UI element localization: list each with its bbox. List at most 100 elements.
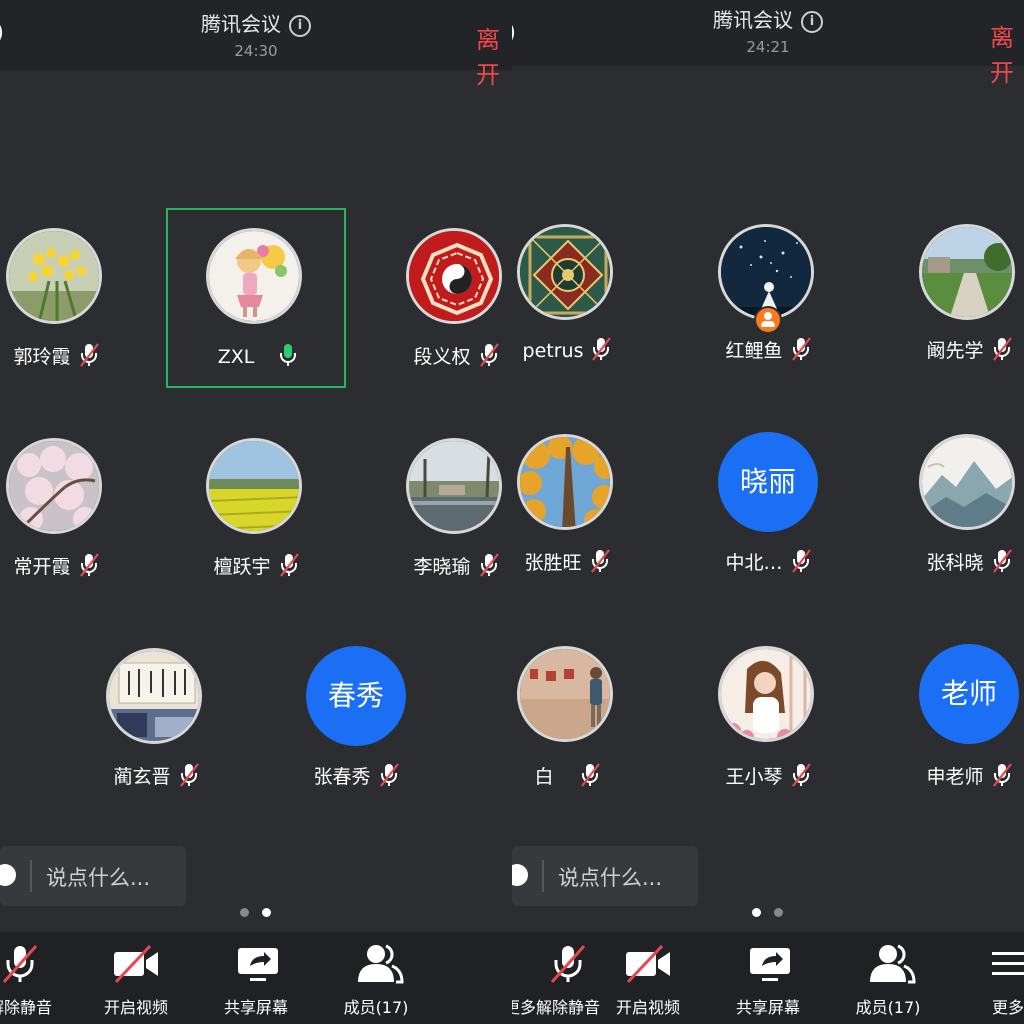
- mic-muted-icon: [791, 762, 811, 788]
- video-off-icon: [114, 944, 158, 984]
- participant-name: 申老师: [879, 762, 1024, 789]
- participant-tile[interactable]: 郭玲霞: [0, 208, 146, 388]
- participant-name: 蔺玄晋: [66, 762, 246, 789]
- host-icon: [754, 306, 782, 334]
- participant-name: 张科晓: [879, 548, 1024, 575]
- meeting-title[interactable]: 腾讯会议 i: [0, 8, 512, 37]
- mic-muted-icon: [79, 342, 99, 368]
- participant-tile[interactable]: 红鲤鱼: [678, 204, 858, 384]
- avatar: [406, 438, 502, 534]
- mic-muted-icon: [590, 548, 610, 574]
- participant-name: 段义权: [366, 342, 512, 369]
- share-screen-button[interactable]: 共享屏幕: [196, 932, 316, 1024]
- chat-placeholder: 说点什么...: [558, 866, 663, 890]
- leave-button[interactable]: 离开: [476, 20, 512, 90]
- chat-placeholder: 说点什么...: [46, 866, 151, 890]
- mic-muted-icon: [2, 945, 38, 983]
- mic-on-icon: [278, 342, 298, 368]
- avatar-initials: 晓丽: [718, 432, 818, 532]
- participant-name: 王小琴: [678, 762, 858, 789]
- page-indicator: [236, 908, 276, 920]
- start-video-button[interactable]: 开启视频: [588, 932, 708, 1024]
- mic-muted-icon: [179, 762, 199, 788]
- share-screen-button[interactable]: 共享屏幕: [708, 932, 828, 1024]
- participant-tile[interactable]: 阚先学: [879, 204, 1024, 384]
- members-button[interactable]: 成员(17): [316, 932, 436, 1024]
- more-button[interactable]: 更多: [948, 932, 1024, 1024]
- avatar: [718, 646, 814, 742]
- unmute-button[interactable]: 解除静音: [0, 932, 80, 1024]
- participant-tile[interactable]: 白: [512, 626, 657, 806]
- avatar: [206, 228, 302, 324]
- leave-button[interactable]: 离开: [990, 18, 1024, 88]
- avatar: [6, 438, 102, 534]
- avatar: [919, 434, 1015, 530]
- top-bar: ) 腾讯会议i 24:21 离开: [512, 0, 1024, 87]
- participant-name: petrus: [512, 336, 657, 362]
- meeting-title[interactable]: 腾讯会议 i: [512, 4, 1024, 33]
- participant-name: ZXL: [168, 342, 348, 368]
- participant-tile-active-speaker[interactable]: ZXL: [166, 208, 346, 388]
- mic-muted-icon: [580, 762, 600, 788]
- participant-tile[interactable]: 王小琴: [678, 626, 858, 806]
- participant-name: 李晓瑜: [366, 552, 512, 579]
- members-button[interactable]: 成员(17): [828, 932, 948, 1024]
- bottom-toolbar: 更多 解除静音 开启视频 共享屏幕 成员(17) 更多: [512, 932, 1024, 1024]
- mic-muted-icon: [791, 336, 811, 362]
- mic-muted-icon: [379, 762, 399, 788]
- page-dot[interactable]: [240, 908, 249, 917]
- page-dot-current[interactable]: [752, 908, 761, 917]
- meeting-timer: 24:21: [746, 38, 790, 56]
- meeting-screen-right: ) 腾讯会议i 24:21 离开 petrus 红鲤鱼 阚先学 张胜旺 晓丽: [512, 0, 1024, 1024]
- participant-name: 张胜旺: [512, 548, 657, 575]
- meeting-screen-left: ) 腾讯会议i 24:30 离开 郭玲霞 ZXL 段义权 常开霞: [0, 0, 512, 1024]
- participant-tile[interactable]: 檀跃宇: [166, 418, 346, 598]
- participant-name: 中北…: [678, 548, 858, 575]
- page-indicator: [748, 908, 788, 920]
- info-icon[interactable]: i: [289, 15, 311, 37]
- participant-tile[interactable]: 晓丽 中北…: [678, 414, 858, 594]
- more-icon: [992, 952, 1024, 975]
- divider: [542, 860, 544, 892]
- info-icon[interactable]: i: [801, 11, 823, 33]
- participant-tile[interactable]: petrus: [512, 204, 657, 384]
- participant-tile[interactable]: 老师 申老师: [879, 626, 1024, 806]
- mic-muted-icon: [591, 336, 611, 362]
- meeting-timer: 24:30: [234, 42, 278, 60]
- mic-muted-icon: [479, 552, 499, 578]
- avatar: [6, 228, 102, 324]
- participant-tile[interactable]: 蔺玄晋: [66, 628, 246, 808]
- chat-input-bar[interactable]: 说点什么...: [0, 846, 186, 906]
- participant-tile[interactable]: 段义权: [366, 208, 512, 388]
- divider: [30, 860, 32, 892]
- participant-name: 郭玲霞: [0, 342, 146, 369]
- page-dot-current[interactable]: [262, 908, 271, 917]
- avatar: [406, 228, 502, 324]
- participant-tile[interactable]: 常开霞: [0, 418, 146, 598]
- avatar-initials: 春秀: [306, 646, 406, 746]
- mic-muted-icon: [550, 945, 586, 983]
- avatar: [106, 648, 202, 744]
- mic-muted-icon: [992, 548, 1012, 574]
- avatar: [517, 646, 613, 742]
- bottom-toolbar: 解除静音 开启视频 共享屏幕 成员(17): [0, 932, 512, 1024]
- participant-tile[interactable]: 张胜旺: [512, 414, 657, 594]
- participant-name: 常开霞: [0, 552, 146, 579]
- mic-muted-icon: [992, 336, 1012, 362]
- participant-tile[interactable]: 李晓瑜: [366, 418, 512, 598]
- emoji-icon[interactable]: [0, 864, 16, 886]
- emoji-icon[interactable]: [512, 864, 528, 886]
- participant-tile[interactable]: 春秀 张春秀: [266, 628, 446, 808]
- participant-tile[interactable]: 张科晓: [879, 414, 1024, 594]
- participant-name: 白: [512, 762, 657, 789]
- page-dot[interactable]: [774, 908, 783, 917]
- mic-muted-icon: [79, 552, 99, 578]
- avatar: [919, 224, 1015, 320]
- participant-name: 红鲤鱼: [678, 336, 858, 363]
- share-screen-icon: [238, 948, 278, 981]
- chat-input-bar[interactable]: 说点什么...: [512, 846, 698, 906]
- participant-name: 檀跃宇: [166, 552, 346, 579]
- avatar: [517, 434, 613, 530]
- avatar: [206, 438, 302, 534]
- start-video-button[interactable]: 开启视频: [76, 932, 196, 1024]
